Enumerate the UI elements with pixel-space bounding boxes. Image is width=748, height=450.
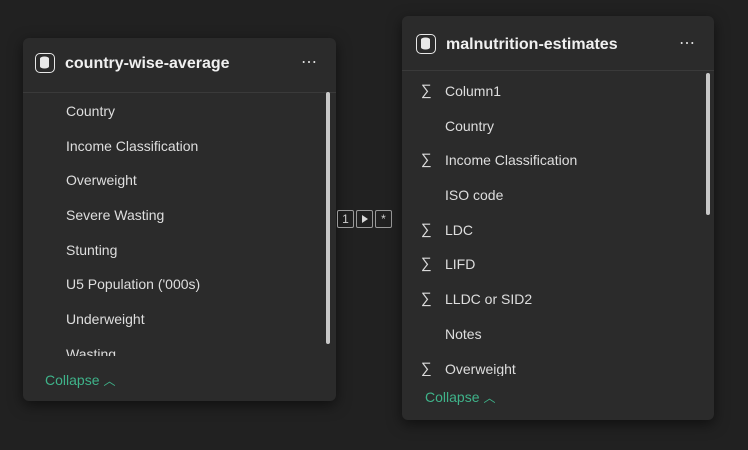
chevron-up-icon: ︿ (103, 374, 116, 388)
scrollbar[interactable] (326, 92, 330, 344)
collapse-button[interactable]: Collapse ︿ (45, 372, 116, 389)
field-list: Country Income Classification Overweight Se… (23, 94, 336, 356)
table-title: country-wise-average (65, 55, 230, 72)
field-row[interactable]: Severe Wasting (23, 198, 336, 233)
field-row[interactable]: Income Classification (23, 129, 336, 164)
field-row[interactable]: U5 Population ('000s) (23, 267, 336, 302)
field-row[interactable]: Country (23, 94, 336, 129)
field-row[interactable]: Stunting (23, 233, 336, 268)
field-label: Income Classification (445, 152, 578, 169)
cardinality-many-label: * (375, 210, 392, 228)
field-label: LDC (445, 221, 474, 238)
field-row[interactable]: ∑ Income Classification (402, 143, 714, 178)
cardinality-one-label: 1 (337, 210, 354, 228)
field-row[interactable]: Notes (402, 317, 714, 352)
table-card-header[interactable]: malnutrition-estimates ⋯ (402, 16, 714, 71)
field-label: Underweight (66, 311, 145, 328)
field-row[interactable]: ∑ LIFD (402, 247, 714, 282)
chevron-up-icon: ︿ (483, 391, 496, 405)
sigma-icon: ∑ (421, 82, 432, 99)
field-row[interactable]: Country (402, 109, 714, 144)
field-label: Country (66, 103, 116, 119)
field-label: LLDC or SID2 (445, 291, 533, 308)
field-label: Country (445, 117, 495, 134)
table-card-malnutrition-estimates[interactable]: malnutrition-estimates ⋯ ∑ Column1 Country… (402, 16, 714, 420)
field-list: ∑ Column1 Country ∑ Income Classification ISO… (402, 74, 714, 376)
field-label: ISO code (445, 187, 504, 204)
more-options-icon[interactable]: ⋯ (301, 52, 318, 72)
field-label: Notes (445, 325, 482, 342)
field-label: LIFD (445, 256, 476, 273)
filter-direction-arrow-icon (356, 210, 373, 228)
field-row[interactable]: ∑ LLDC or SID2 (402, 282, 714, 317)
sigma-icon: ∑ (421, 290, 432, 308)
field-row[interactable]: ∑ Overweight (402, 352, 714, 377)
field-label: Severe Wasting (66, 207, 165, 224)
field-label: U5 Population ('000s) (66, 276, 201, 293)
sigma-icon: ∑ (421, 255, 432, 273)
field-label: Column1 (445, 83, 502, 99)
sigma-icon: ∑ (421, 359, 432, 377)
field-row[interactable]: Wasting (23, 337, 336, 356)
sigma-icon: ∑ (421, 151, 432, 169)
field-row[interactable]: Overweight (23, 163, 336, 198)
field-row[interactable]: ∑ Column1 (402, 74, 714, 109)
sigma-icon: ∑ (421, 220, 432, 238)
table-card-header[interactable]: country-wise-average ⋯ (23, 38, 336, 93)
field-label: Overweight (445, 360, 516, 377)
field-label: Wasting (66, 345, 117, 356)
field-row[interactable]: ISO code (402, 178, 714, 213)
collapse-label: Collapse (425, 389, 480, 405)
table-card-country-wise-average[interactable]: country-wise-average ⋯ Country Income Cla… (23, 38, 336, 401)
field-label: Overweight (66, 172, 137, 189)
database-icon (35, 53, 55, 73)
table-title: malnutrition-estimates (446, 36, 618, 53)
scrollbar[interactable] (706, 73, 710, 215)
field-row[interactable]: ∑ LDC (402, 213, 714, 248)
database-icon (416, 34, 436, 54)
collapse-label: Collapse (45, 372, 100, 388)
field-row[interactable]: Underweight (23, 302, 336, 337)
collapse-button[interactable]: Collapse ︿ (425, 389, 496, 406)
field-label: Stunting (66, 241, 118, 258)
field-label: Income Classification (66, 137, 199, 154)
more-options-icon[interactable]: ⋯ (679, 33, 696, 53)
